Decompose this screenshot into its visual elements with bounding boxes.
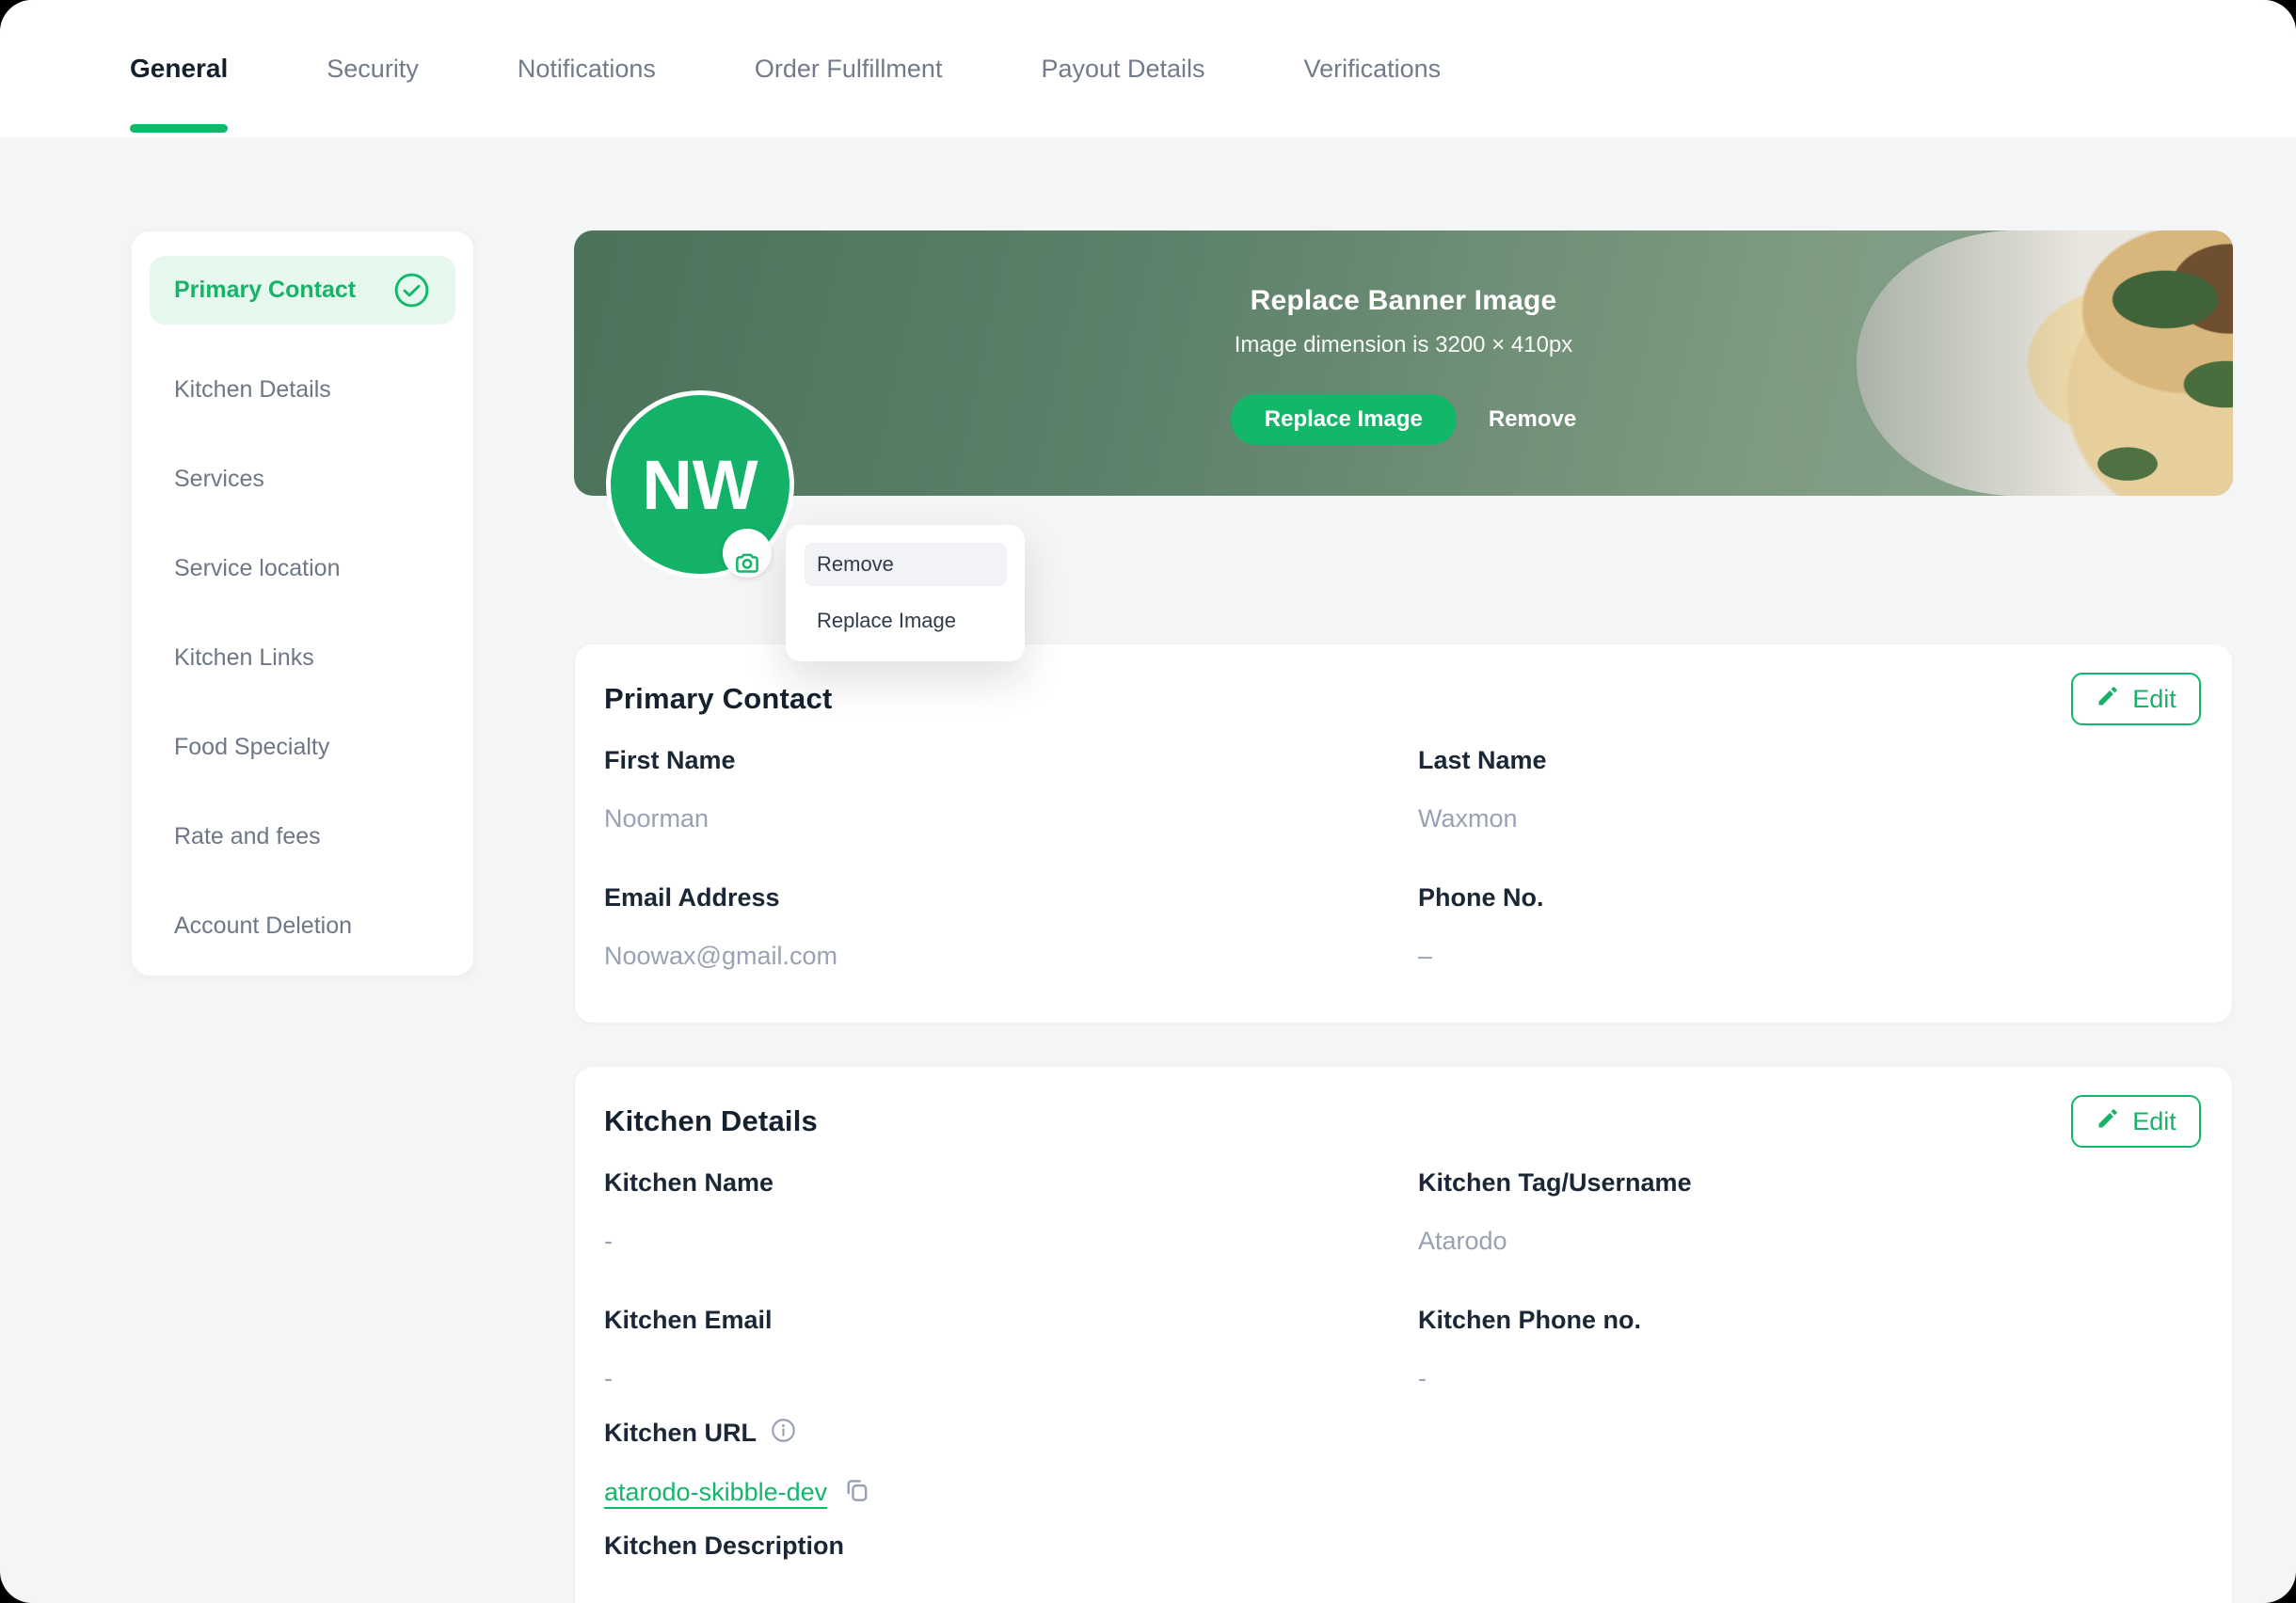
field-value: - xyxy=(604,1364,613,1392)
copy-icon[interactable] xyxy=(842,1475,871,1509)
primary-contact-title: Primary Contact xyxy=(604,682,833,715)
field-kitchen-name: Kitchen Name - xyxy=(604,1167,1418,1257)
primary-contact-header: Primary Contact Edit xyxy=(604,673,2201,725)
banner-dimension-hint: Image dimension is 3200 × 410px xyxy=(1234,332,1573,357)
kitchen-details-card: Kitchen Details Edit Kitchen Name - Kitc… xyxy=(574,1066,2233,1603)
field-label: Kitchen Phone no. xyxy=(1418,1306,1642,1334)
field-value: Atarodo xyxy=(1418,1227,1507,1255)
sidebar-item-food-specialty[interactable]: Food Specialty xyxy=(150,703,455,792)
sidebar-item-service-location[interactable]: Service location xyxy=(150,524,455,613)
settings-tab-bar: General Security Notifications Order Ful… xyxy=(0,0,2296,137)
pencil-icon xyxy=(2096,1106,2120,1137)
field-value: Noowax@gmail.com xyxy=(604,942,837,970)
sidebar-item-services[interactable]: Services xyxy=(150,435,455,524)
banner-image-section: Replace Banner Image Image dimension is … xyxy=(574,230,2233,496)
sidebar-item-primary-contact[interactable]: Primary Contact xyxy=(150,256,455,325)
checkmark-circle-icon xyxy=(392,271,431,309)
field-label: Kitchen Email xyxy=(604,1306,773,1334)
field-phone-no: Phone No. – xyxy=(1418,881,2201,972)
edit-button-label: Edit xyxy=(2132,684,2176,713)
tab-notifications[interactable]: Notifications xyxy=(518,0,656,137)
pencil-icon xyxy=(2096,684,2120,715)
primary-contact-card: Primary Contact Edit First Name Noorman … xyxy=(574,643,2233,1024)
field-value: - xyxy=(604,1588,1418,1603)
avatar-menu-replace-image[interactable]: Replace Image xyxy=(805,599,1007,643)
sidebar-item-account-deletion[interactable]: Account Deletion xyxy=(150,881,455,971)
field-first-name: First Name Noorman xyxy=(604,744,1418,834)
tab-payout-details[interactable]: Payout Details xyxy=(1041,0,1204,137)
tab-verifications[interactable]: Verifications xyxy=(1304,0,1442,137)
banner-overlay: Replace Banner Image Image dimension is … xyxy=(574,230,2233,496)
edit-kitchen-details-button[interactable]: Edit xyxy=(2071,1095,2201,1148)
sidebar-item-kitchen-details[interactable]: Kitchen Details xyxy=(150,345,455,435)
field-kitchen-email: Kitchen Email - xyxy=(604,1304,1418,1394)
tab-security[interactable]: Security xyxy=(327,0,419,137)
settings-sidebar: Primary Contact Kitchen Details Services… xyxy=(131,230,474,976)
field-last-name: Last Name Waxmon xyxy=(1418,744,2201,834)
camera-icon xyxy=(733,514,761,594)
field-label: Kitchen Description xyxy=(604,1532,845,1560)
sidebar-item-kitchen-links[interactable]: Kitchen Links xyxy=(150,613,455,703)
info-icon[interactable] xyxy=(770,1417,797,1449)
field-kitchen-phone-no: Kitchen Phone no. - xyxy=(1418,1304,2201,1394)
field-label: First Name xyxy=(604,746,736,774)
change-avatar-button[interactable] xyxy=(723,529,772,578)
remove-banner-image-button[interactable]: Remove xyxy=(1489,406,1576,433)
banner-buttons: Replace Image Remove xyxy=(1230,394,1576,445)
banner-title: Replace Banner Image xyxy=(1250,285,1557,316)
avatar[interactable]: NW xyxy=(606,390,794,579)
field-value: – xyxy=(1418,942,1433,970)
field-label: Kitchen Tag/Username xyxy=(1418,1168,1692,1197)
field-kitchen-tag-username: Kitchen Tag/Username Atarodo xyxy=(1418,1167,2201,1257)
kitchen-url-link[interactable]: atarodo-skibble-dev xyxy=(604,1476,827,1508)
field-value: - xyxy=(1418,1364,1427,1392)
kitchen-details-header: Kitchen Details Edit xyxy=(604,1095,2201,1148)
field-label: Email Address xyxy=(604,883,780,912)
field-value: Noorman xyxy=(604,804,710,833)
kitchen-details-title: Kitchen Details xyxy=(604,1104,818,1137)
avatar-menu: Remove Replace Image xyxy=(786,525,1025,661)
field-label: Phone No. xyxy=(1418,883,1544,912)
kitchen-settings-page: General Security Notifications Order Ful… xyxy=(0,0,2296,1603)
field-kitchen-url: Kitchen URL atarodo-skibble-dev xyxy=(604,1417,1418,1509)
replace-banner-image-button[interactable]: Replace Image xyxy=(1230,394,1457,445)
primary-contact-fields: First Name Noorman Last Name Waxmon Emai… xyxy=(604,744,2201,1019)
field-label: Last Name xyxy=(1418,746,1547,774)
avatar-menu-remove[interactable]: Remove xyxy=(805,543,1007,586)
field-label: Kitchen URL xyxy=(604,1419,757,1447)
main-content: Replace Banner Image Image dimension is … xyxy=(574,230,2233,1603)
edit-button-label: Edit xyxy=(2132,1106,2176,1135)
field-label: Kitchen Name xyxy=(604,1168,774,1197)
field-kitchen-description: Kitchen Description - xyxy=(604,1530,1418,1603)
edit-primary-contact-button[interactable]: Edit xyxy=(2071,673,2201,725)
sidebar-item-label: Primary Contact xyxy=(174,277,357,303)
sidebar-item-rate-and-fees[interactable]: Rate and fees xyxy=(150,792,455,881)
kitchen-details-fields: Kitchen Name - Kitchen Tag/Username Atar… xyxy=(604,1167,2201,1603)
tab-order-fulfillment[interactable]: Order Fulfillment xyxy=(755,0,943,137)
tab-general[interactable]: General xyxy=(130,0,229,137)
field-email-address: Email Address Noowax@gmail.com xyxy=(604,881,1418,972)
field-value: - xyxy=(604,1227,613,1255)
field-value: Waxmon xyxy=(1418,804,1518,833)
